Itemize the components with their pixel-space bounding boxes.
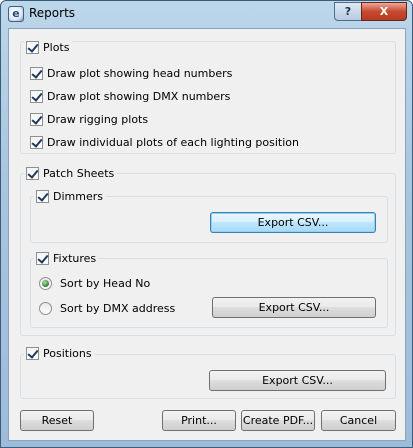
positions-label: Positions: [43, 346, 92, 360]
positions-check-icon: [26, 346, 39, 360]
radio-selected-icon: [39, 276, 52, 290]
fixtures-check-icon: [36, 251, 49, 265]
rigging-plots-check-icon: [30, 112, 43, 126]
option-rigging-plots[interactable]: Draw rigging plots: [30, 111, 148, 127]
option-head-numbers[interactable]: Draw plot showing head numbers: [30, 65, 232, 81]
sort-dmx-label: Sort by DMX address: [60, 301, 176, 315]
help-button[interactable]: ?: [334, 2, 362, 21]
option-individual-plots[interactable]: Draw individual plots of each lighting p…: [30, 134, 299, 150]
dimmers-checkbox[interactable]: Dimmers: [34, 188, 106, 204]
dialog-body: Plots Draw plot showing head numbers Dra…: [8, 28, 406, 441]
option-label: Draw plot showing head numbers: [47, 66, 233, 80]
positions-export-csv-button[interactable]: Export CSV...: [209, 370, 386, 391]
sort-by-dmx-radio[interactable]: Sort by DMX address: [39, 300, 175, 316]
dmx-numbers-check-icon: [30, 89, 43, 103]
reset-button[interactable]: Reset: [20, 410, 94, 431]
plots-checkbox[interactable]: Plots: [24, 39, 73, 55]
print-button[interactable]: Print...: [162, 410, 236, 431]
option-dmx-numbers[interactable]: Draw plot showing DMX numbers: [30, 88, 230, 104]
title-bar: e Reports ? X: [1, 1, 412, 27]
positions-checkbox[interactable]: Positions: [24, 345, 95, 361]
dimmers-label: Dimmers: [53, 189, 103, 203]
option-label: Draw rigging plots: [47, 112, 149, 126]
fixtures-export-csv-button[interactable]: Export CSV...: [212, 297, 376, 318]
patch-sheets-checkbox[interactable]: Patch Sheets: [24, 165, 118, 181]
dimmers-check-icon: [36, 189, 49, 203]
sort-by-head-radio[interactable]: Sort by Head No: [39, 275, 150, 291]
fixtures-label: Fixtures: [53, 251, 97, 265]
plots-check-icon: [26, 40, 39, 54]
app-icon: e: [8, 6, 24, 22]
plots-label: Plots: [43, 40, 70, 54]
individual-plots-check-icon: [30, 135, 43, 149]
reports-dialog: e Reports ? X Plots Draw plot showing he…: [0, 0, 413, 448]
option-label: Draw plot showing DMX numbers: [47, 89, 231, 103]
sort-head-label: Sort by Head No: [60, 276, 151, 290]
radio-unselected-icon: [39, 301, 52, 315]
patch-sheets-label: Patch Sheets: [43, 166, 115, 180]
fixtures-checkbox[interactable]: Fixtures: [34, 250, 100, 266]
create-pdf-button[interactable]: Create PDF...: [241, 410, 315, 431]
window-title: Reports: [29, 6, 76, 20]
dimmers-export-csv-button[interactable]: Export CSV...: [210, 212, 376, 233]
cancel-button[interactable]: Cancel: [321, 410, 396, 431]
close-button[interactable]: X: [361, 2, 407, 21]
patch-sheets-check-icon: [26, 166, 39, 180]
option-label: Draw individual plots of each lighting p…: [47, 135, 299, 149]
head-numbers-check-icon: [30, 66, 43, 80]
